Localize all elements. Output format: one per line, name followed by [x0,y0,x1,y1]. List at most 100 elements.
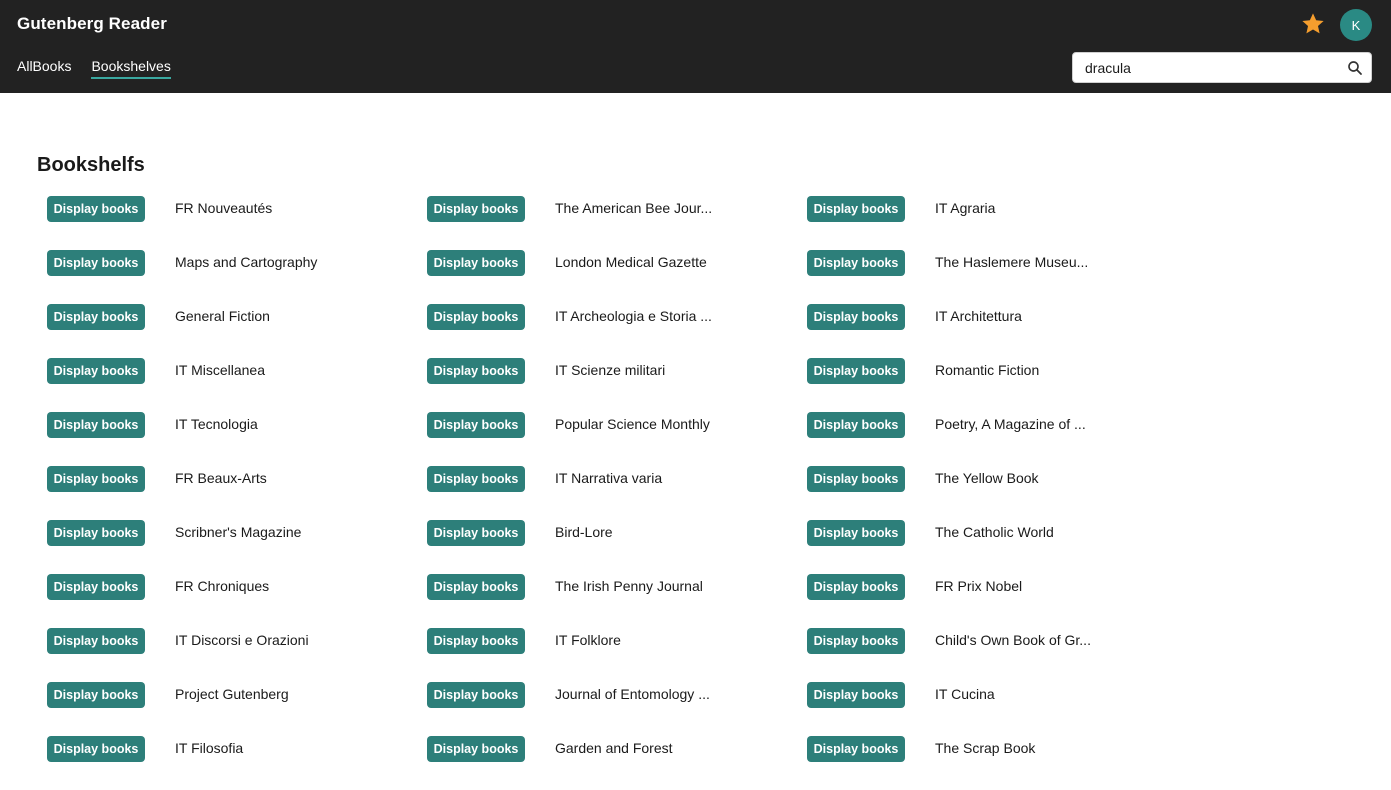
bookshelf-item: Display books The Scrap Book [807,736,1147,790]
bookshelf-name: IT Folklore [555,632,621,648]
bookshelf-item: Display books London Medical Gazette [427,250,807,304]
bookshelf-name: IT Miscellanea [175,362,266,378]
display-books-button[interactable]: Display books [807,196,905,222]
bookshelf-item: Display books Scribner's Magazine [47,520,427,574]
bookshelf-item: Display books IT Architettura [807,304,1147,358]
bookshelf-name: Bird-Lore [555,524,613,540]
bookshelf-item: Display books FR Chroniques [47,574,427,628]
bookshelf-name: IT Narrativa varia [555,470,663,486]
bookshelf-item: Display books IT Discorsi e Orazioni [47,628,427,682]
display-books-button[interactable]: Display books [427,304,525,330]
bookshelf-item: Display books The Irish Penny Journal [427,574,807,628]
display-books-button[interactable]: Display books [427,574,525,600]
bookshelf-item: Display books Project Gutenberg [47,682,427,736]
display-books-button[interactable]: Display books [427,736,525,762]
bookshelf-item: Display books Romantic Fiction [807,358,1147,412]
bookshelf-item: Display books IT Cucina [807,682,1147,736]
display-books-button[interactable]: Display books [427,682,525,708]
display-books-button[interactable]: Display books [47,250,145,276]
display-books-button[interactable]: Display books [807,412,905,438]
bookshelf-item: Display books IT Agraria [807,196,1147,250]
display-books-button[interactable]: Display books [47,628,145,654]
bookshelf-name: FR Chroniques [175,578,270,594]
display-books-button[interactable]: Display books [807,304,905,330]
bookshelf-name: IT Tecnologia [175,416,258,432]
top-bar: Gutenberg Reader AllBooks Bookshelves K [0,0,1391,93]
display-books-button[interactable]: Display books [47,196,145,222]
bookshelf-item: Display books Garden and Forest [427,736,807,790]
display-books-button[interactable]: Display books [807,574,905,600]
bookshelf-item: Display books Bird-Lore [427,520,807,574]
bookshelf-item: Display books FR Nouveautés [47,196,427,250]
display-books-button[interactable]: Display books [47,736,145,762]
bookshelf-item: Display books FR Prix Nobel [807,574,1147,628]
search-box [1072,52,1372,83]
display-books-button[interactable]: Display books [807,466,905,492]
bookshelf-name: The Irish Penny Journal [555,578,703,594]
bookshelf-item: Display books Child's Own Book of Gr... [807,628,1147,682]
bookshelf-item: Display books The Haslemere Museu... [807,250,1147,304]
bookshelf-item: Display books Maps and Cartography [47,250,427,304]
bookshelf-name: The Yellow Book [935,470,1039,486]
display-books-button[interactable]: Display books [47,682,145,708]
bookshelf-name: IT Agraria [935,200,996,216]
bookshelf-item: Display books The Catholic World [807,520,1147,574]
bookshelf-name: General Fiction [175,308,270,324]
display-books-button[interactable]: Display books [427,466,525,492]
bookshelf-name: IT Filosofia [175,740,244,756]
star-icon[interactable] [1300,11,1326,37]
display-books-button[interactable]: Display books [807,736,905,762]
bookshelf-name: The Catholic World [935,524,1054,540]
bookshelf-item: Display books The Yellow Book [807,466,1147,520]
bookshelf-item: Display books Popular Science Monthly [427,412,807,466]
bookshelf-name: Romantic Fiction [935,362,1040,378]
search-icon[interactable] [1346,59,1364,77]
display-books-button[interactable]: Display books [47,412,145,438]
bookshelf-item: Display books IT Filosofia [47,736,427,790]
nav-item-bookshelves[interactable]: Bookshelves [91,58,171,79]
bookshelf-name: Maps and Cartography [175,254,318,270]
bookshelf-item: Display books IT Scienze militari [427,358,807,412]
display-books-button[interactable]: Display books [427,628,525,654]
display-books-button[interactable]: Display books [807,628,905,654]
bookshelf-item: Display books IT Folklore [427,628,807,682]
display-books-button[interactable]: Display books [807,358,905,384]
bookshelf-name: IT Archeologia e Storia ... [555,308,712,324]
display-books-button[interactable]: Display books [47,304,145,330]
bookshelf-item: Display books The American Bee Jour... [427,196,807,250]
bookshelf-item: Display books IT Miscellanea [47,358,427,412]
display-books-button[interactable]: Display books [47,466,145,492]
display-books-button[interactable]: Display books [427,196,525,222]
display-books-button[interactable]: Display books [807,250,905,276]
bookshelf-name: FR Beaux-Arts [175,470,267,486]
bookshelf-name: IT Scienze militari [555,362,666,378]
nav-item-allbooks[interactable]: AllBooks [17,58,71,79]
display-books-button[interactable]: Display books [427,250,525,276]
display-books-button[interactable]: Display books [47,520,145,546]
bookshelf-item: Display books General Fiction [47,304,427,358]
search-input[interactable] [1073,53,1338,82]
display-books-button[interactable]: Display books [47,358,145,384]
display-books-button[interactable]: Display books [427,412,525,438]
bookshelf-name: IT Architettura [935,308,1022,324]
display-books-button[interactable]: Display books [427,358,525,384]
bookshelf-name: FR Prix Nobel [935,578,1023,594]
display-books-button[interactable]: Display books [807,520,905,546]
section-title: Bookshelfs [37,154,145,176]
bookshelf-item: Display books IT Tecnologia [47,412,427,466]
bookshelf-name: Poetry, A Magazine of ... [935,416,1086,432]
bookshelf-item: Display books Poetry, A Magazine of ... [807,412,1147,466]
bookshelf-name: Popular Science Monthly [555,416,710,432]
bookshelf-name: IT Discorsi e Orazioni [175,632,309,648]
bookshelf-name: Scribner's Magazine [175,524,302,540]
bookshelf-item: Display books IT Narrativa varia [427,466,807,520]
display-books-button[interactable]: Display books [807,682,905,708]
display-books-button[interactable]: Display books [427,520,525,546]
avatar[interactable]: K [1340,9,1372,41]
display-books-button[interactable]: Display books [47,574,145,600]
main-nav: AllBooks Bookshelves [17,58,171,79]
app-title: Gutenberg Reader [17,14,167,33]
bookshelf-item: Display books FR Beaux-Arts [47,466,427,520]
bookshelf-name: Journal of Entomology ... [555,686,710,702]
bookshelf-name: Child's Own Book of Gr... [935,632,1091,648]
